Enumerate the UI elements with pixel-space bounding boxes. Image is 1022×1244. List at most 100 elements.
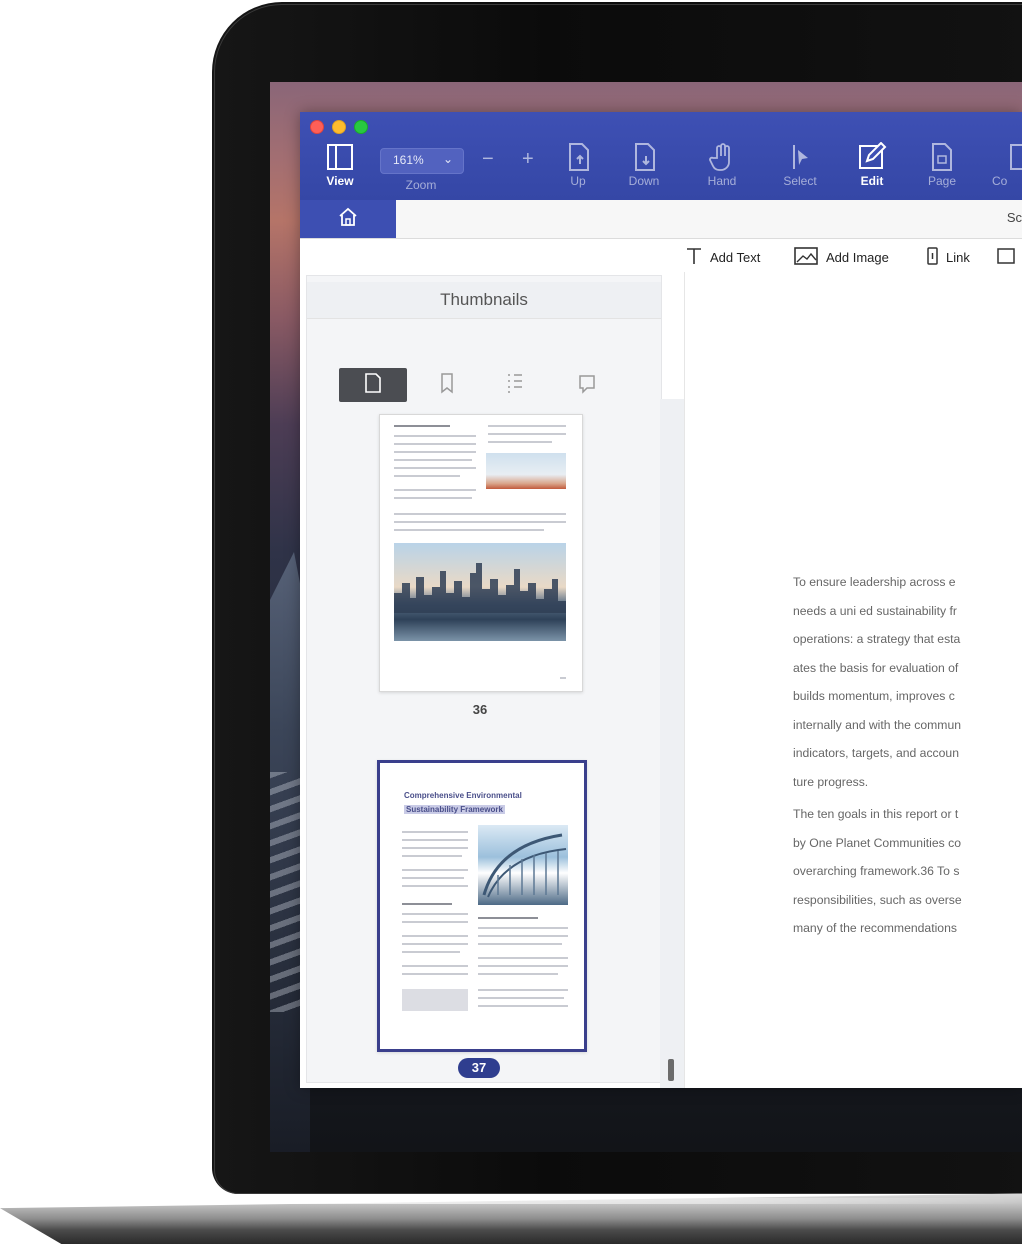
page-number-37-badge: 37	[458, 1058, 500, 1078]
thumb-text-line	[402, 869, 468, 871]
more-edit-button[interactable]	[996, 246, 1016, 269]
wallpaper-snow	[270, 772, 304, 1012]
page-down-button[interactable]: Down	[614, 142, 674, 188]
thumbnails-view-button[interactable]	[339, 368, 407, 402]
laptop-base-highlight	[0, 1198, 1022, 1204]
thumb-text-line	[478, 965, 568, 967]
close-window-button[interactable]	[310, 120, 324, 134]
thumb-text-line	[402, 831, 468, 833]
thumb-text-line	[478, 973, 558, 975]
doc-line: operations: a strategy that esta	[793, 632, 961, 646]
page-thumbnail-37[interactable]: Comprehensive Environmental Sustainabili…	[377, 760, 587, 1052]
thumb-text-line	[478, 997, 564, 999]
thumb-text-line	[488, 441, 552, 443]
thumb-text-line	[394, 497, 472, 499]
page-label: Page	[927, 174, 957, 188]
hand-label: Hand	[707, 174, 737, 188]
thumb-text-line	[394, 459, 472, 461]
outline-icon	[505, 372, 525, 399]
page-tool-button[interactable]: Page	[912, 142, 972, 188]
thumb-text-line	[488, 433, 566, 435]
page-thumbnail-icon	[363, 372, 383, 399]
thumb-heading-1: Comprehensive Environmental	[404, 791, 522, 800]
link-button[interactable]: Link	[926, 246, 970, 269]
image-icon	[794, 246, 820, 269]
edit-label: Edit	[860, 174, 884, 188]
chevron-down-icon: ⌄	[442, 152, 453, 166]
add-text-button[interactable]: Add Text	[684, 246, 760, 269]
thumb-text-line	[402, 855, 462, 857]
edit-icon	[855, 141, 889, 172]
link-label: Link	[946, 250, 970, 265]
thumb-text-line	[478, 935, 568, 937]
zoom-select[interactable]: 161% ⌄	[380, 148, 464, 174]
thumb-text-line	[394, 521, 566, 523]
zoom-label: Zoom	[405, 178, 437, 192]
page-thumbnail-36[interactable]	[379, 414, 583, 692]
select-label: Select	[783, 174, 817, 188]
doc-line: builds momentum, improves c	[793, 689, 955, 703]
doc-line: indicators, targets, and accoun	[793, 746, 959, 760]
thumb-text-line	[394, 513, 566, 515]
convert-icon	[995, 142, 1022, 172]
thumb-text-line	[402, 965, 468, 967]
edit-tool-button[interactable]: Edit	[842, 141, 902, 188]
add-image-button[interactable]: Add Image	[794, 246, 889, 269]
sidebar-scroll-thumb[interactable]	[668, 1059, 674, 1081]
view-icon	[323, 142, 357, 172]
thumbnails-title: Thumbnails	[307, 282, 661, 319]
document-paragraph-1: To ensure leadership across e needs a un…	[793, 568, 1022, 796]
thumb-subheading-line	[478, 917, 538, 919]
up-label: Up	[570, 174, 586, 188]
thumb-text-line	[402, 913, 468, 915]
convert-label: Co	[992, 174, 1008, 188]
thumb-text-line	[478, 943, 562, 945]
doc-line: ture progress.	[793, 774, 869, 789]
thumb-subheading-line	[402, 903, 452, 905]
tab-bar: Sc	[300, 200, 1022, 239]
outline-view-button[interactable]	[481, 368, 549, 402]
thumb-text-line	[488, 425, 566, 427]
doc-line: needs a uni ed sustainability fr	[793, 603, 957, 618]
page-up-button[interactable]: Up	[548, 142, 608, 188]
hand-tool-button[interactable]: Hand	[692, 142, 752, 188]
thumb-text-line	[394, 451, 476, 453]
sidebar-scroll-track[interactable]	[660, 399, 684, 1088]
document-view[interactable]: To ensure leadership across e needs a un…	[684, 272, 1022, 1088]
document-tab[interactable]: Sc	[1007, 210, 1022, 225]
zoom-window-button[interactable]	[354, 120, 368, 134]
convert-tool-button[interactable]: Co	[982, 142, 1022, 188]
zoom-value: 161%	[393, 153, 424, 167]
thumb-text-line	[402, 921, 468, 923]
view-button[interactable]: View	[310, 142, 370, 188]
zoom-in-button[interactable]: +	[522, 148, 534, 171]
thumb-callout-box	[402, 989, 468, 1011]
thumbnail-sidebar: Thumbnails 36 Comprehensive Environmenta…	[300, 239, 684, 1088]
doc-line: by One Planet Communities co	[793, 835, 961, 850]
bookmarks-view-button[interactable]	[413, 368, 481, 402]
doc-line: overarching framework.36 To s	[793, 864, 960, 878]
form-icon	[996, 246, 1016, 269]
home-tab[interactable]	[300, 200, 396, 238]
select-tool-button[interactable]: Select	[770, 142, 830, 188]
thumb-heading-2: Sustainability Framework	[404, 805, 505, 814]
bookmark-icon	[438, 372, 456, 399]
annotations-view-button[interactable]	[553, 368, 621, 402]
minimize-window-button[interactable]	[332, 120, 346, 134]
thumb-text-line	[394, 435, 476, 437]
doc-line: responsibilities, such as overse	[793, 892, 962, 907]
thumb-text-line	[394, 467, 476, 469]
comment-icon	[577, 372, 597, 399]
thumb-text-line	[394, 475, 460, 477]
page-number-36: 36	[472, 702, 488, 717]
doc-line: The ten goals in this report or t	[793, 807, 959, 821]
view-label: View	[326, 174, 354, 188]
thumb-photo-sky	[486, 453, 566, 489]
thumb-text-line	[478, 1005, 568, 1007]
thumb-text-line	[402, 847, 468, 849]
down-label: Down	[628, 174, 660, 188]
main-toolbar: View 161% ⌄ Zoom − + Up Down Hand Select…	[300, 112, 1022, 200]
text-tool-icon	[684, 246, 704, 269]
zoom-out-button[interactable]: −	[482, 148, 494, 171]
thumb-text-line	[402, 877, 464, 879]
